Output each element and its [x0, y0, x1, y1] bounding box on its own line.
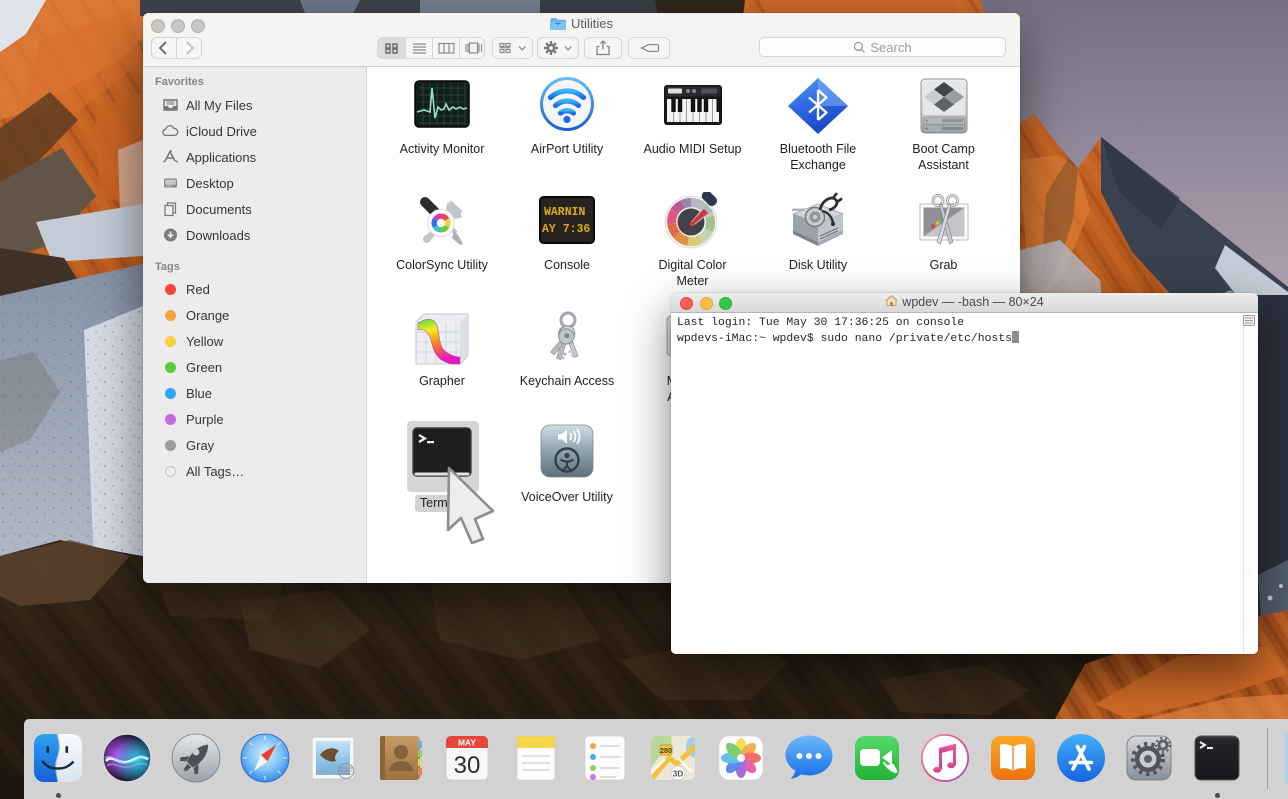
svg-text:WARNIN: WARNIN: [544, 206, 586, 219]
svg-text:30: 30: [454, 752, 481, 779]
svg-text:MAY: MAY: [458, 738, 476, 748]
svg-text:280: 280: [660, 748, 672, 755]
svg-text:AY 7:36: AY 7:36: [542, 223, 590, 236]
svg-text:3D: 3D: [673, 769, 684, 779]
